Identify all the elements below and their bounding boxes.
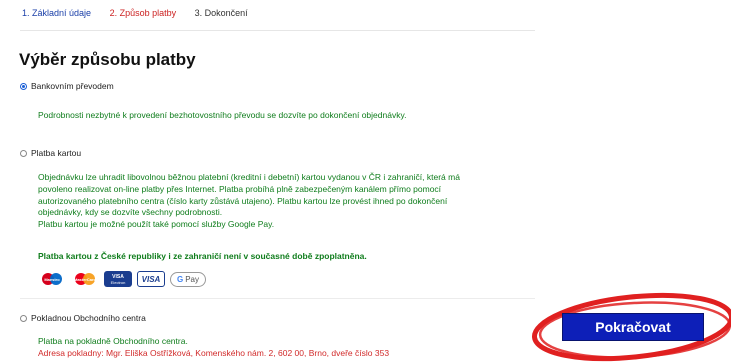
step-basic-info[interactable]: 1. Základní údaje: [22, 8, 91, 18]
cashier-desc-line: Platba na pokladně Obchodního centra.: [38, 336, 188, 346]
divider: [20, 30, 535, 31]
radio-cashier[interactable]: [20, 314, 27, 322]
step-payment-method: 2. Způsob platby: [109, 8, 177, 18]
option-bank-transfer-label: Bankovním převodem: [31, 81, 114, 91]
bank-transfer-note: Podrobnosti nezbytné k provedení bezhoto…: [38, 110, 407, 120]
maestro-logo-icon: Maestro: [38, 271, 66, 287]
card-logos: Maestro MasterCard VISA Electron VISA GP…: [38, 271, 206, 287]
option-card-label: Platba kartou: [31, 148, 82, 158]
option-card[interactable]: Platba kartou: [20, 148, 81, 158]
card-desc-line: Platbu kartou je možné použít také pomoc…: [38, 219, 275, 230]
visa-logo-icon: VISA: [137, 271, 165, 287]
card-desc-line: povoleno realizovat on-line platby přes …: [38, 183, 442, 194]
visa-electron-logo-icon: VISA Electron: [104, 271, 132, 287]
card-description: Objednávku lze uhradit libovolnou běžnou…: [38, 172, 460, 231]
continue-button[interactable]: Pokračovat: [562, 313, 704, 341]
option-cashier-label: Pokladnou Obchodního centra: [31, 313, 146, 323]
checkout-steps: 1. Základní údaje 2. Způsob platby 3. Do…: [22, 8, 264, 18]
google-pay-logo-icon: G Pay: [170, 271, 206, 287]
cashier-address: Adresa pokladny: Mgr. Eliška Ostřížková,…: [38, 347, 390, 358]
option-cashier[interactable]: Pokladnou Obchodního centra: [20, 313, 146, 323]
option-bank-transfer[interactable]: Bankovním převodem: [20, 81, 114, 91]
cashier-description: Platba na pokladně Obchodního centra. Ad…: [38, 336, 389, 360]
card-desc-line: autorizovaného platebního centra (číslo …: [38, 195, 448, 206]
card-desc-line: objednávky, kdy se dozvíte všechny podro…: [38, 207, 223, 218]
radio-card[interactable]: [20, 149, 27, 157]
card-fee-note: Platba kartou z České republiky i ze zah…: [38, 251, 367, 261]
divider: [20, 298, 535, 299]
mastercard-logo-icon: MasterCard: [71, 271, 99, 287]
card-desc-line: Objednávku lze uhradit libovolnou běžnou…: [38, 172, 460, 182]
page-title: Výběr způsobu platby: [19, 50, 196, 69]
step-completion: 3. Dokončení: [194, 8, 248, 18]
radio-bank-transfer[interactable]: [20, 82, 27, 90]
